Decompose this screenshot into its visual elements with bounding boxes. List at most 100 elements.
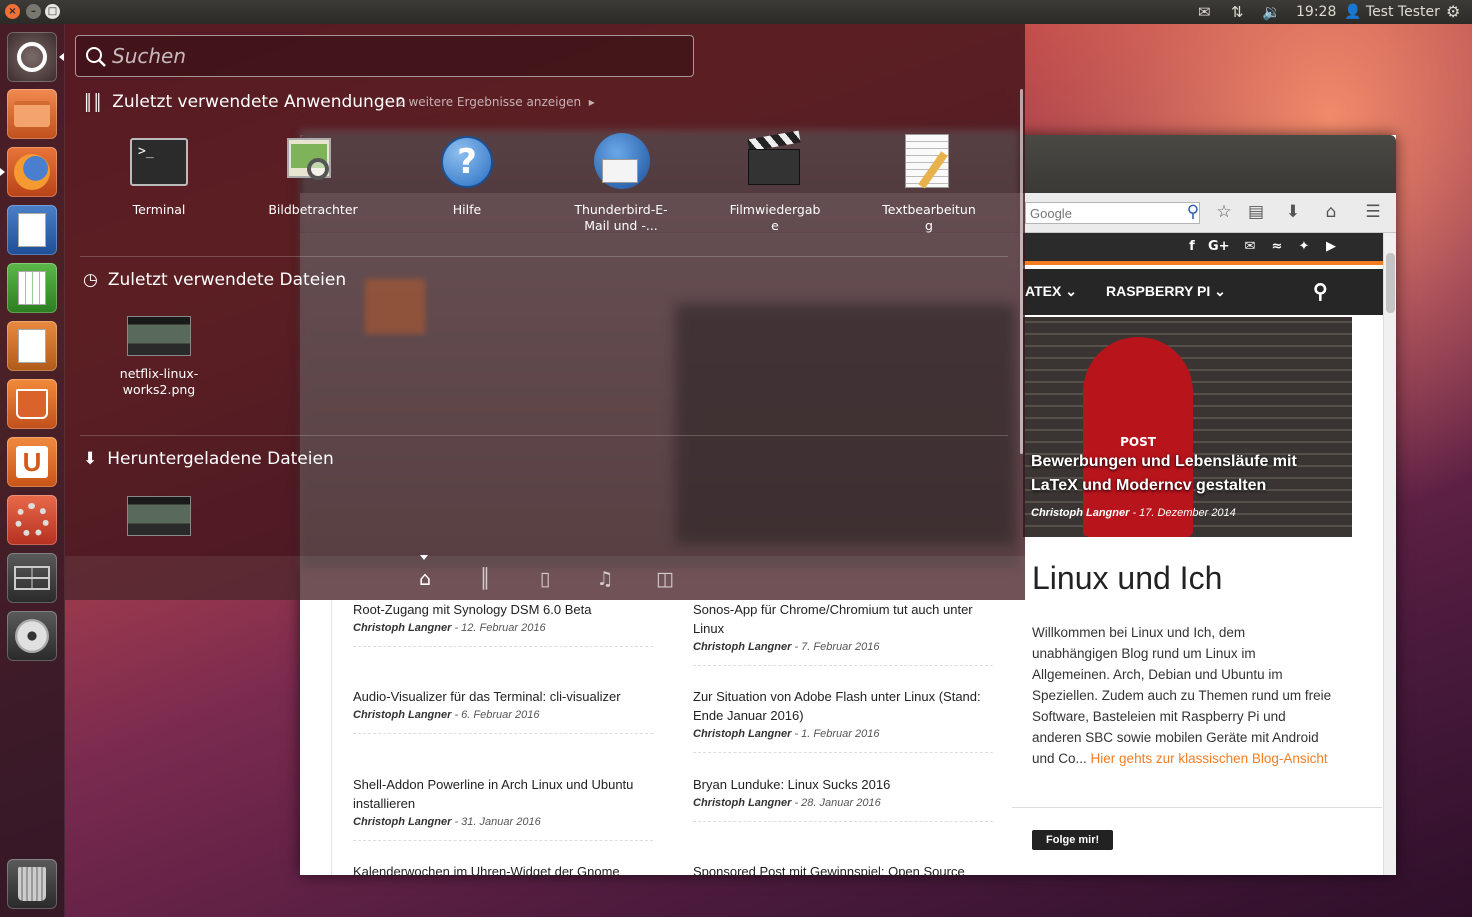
launcher-workspaces[interactable] [7, 553, 57, 603]
video-icon[interactable]: ◫ [653, 568, 677, 590]
featured-post-title[interactable]: Bewerbungen und Lebensläufe mit LaTeX un… [1031, 450, 1331, 498]
app-help[interactable]: ? Hilfe [407, 132, 527, 218]
featured-post-meta: Christoph Langner - 17. Dezember 2014 [1031, 507, 1236, 519]
music-icon[interactable]: ♫ [593, 568, 617, 590]
home-icon[interactable]: ⌂ [1320, 202, 1342, 222]
recent-files-heading[interactable]: ◷ Zuletzt verwendete Dateien [83, 270, 346, 290]
shopping-bag-icon [16, 389, 48, 419]
bookmarks-list-icon[interactable]: ▤ [1245, 202, 1267, 222]
launcher-files[interactable] [7, 89, 57, 139]
user-menu[interactable]: 👤 Test Tester [1344, 2, 1440, 22]
volume-icon[interactable]: 🔉 [1262, 2, 1281, 22]
power-icon[interactable]: ⚙ [1446, 2, 1460, 22]
file-netflix-linux-works2[interactable]: netflix-linux- works2.png [99, 316, 219, 398]
browser-scrollbar[interactable] [1383, 233, 1396, 875]
mail-icon[interactable]: ✉ [1198, 2, 1211, 22]
app-terminal[interactable]: >_ Terminal [99, 132, 219, 218]
downloads-heading[interactable]: ⬇ Heruntergeladene Dateien [83, 449, 334, 469]
launcher-firefox[interactable] [7, 147, 57, 197]
dash-search-box[interactable] [75, 35, 694, 77]
home-icon[interactable]: ⌂ [413, 568, 437, 590]
workspace-switcher-icon [14, 566, 50, 590]
launcher-writer[interactable] [7, 205, 57, 255]
list-item[interactable]: Sponsored Post mit Gewinnspiel: Open Sou… [693, 862, 993, 881]
applications-icon[interactable]: ║ [473, 568, 497, 590]
network-icon[interactable]: ⇅ [1231, 2, 1244, 22]
sidebar-divider [1012, 807, 1382, 808]
bookmark-star-icon[interactable]: ☆ [1213, 202, 1235, 222]
facebook-icon[interactable]: f [1183, 239, 1201, 254]
lens-bar: ⌂ ║ ▯ ♫ ◫ [65, 556, 1025, 600]
image-thumbnail [127, 316, 191, 356]
download-file[interactable] [99, 496, 219, 546]
launcher-calc[interactable] [7, 263, 57, 313]
file-label: netflix-linux- [119, 366, 199, 381]
help-icon: ? [437, 132, 497, 192]
nav-item-raspberry-pi[interactable]: RASPBERRY PI ⌄ [1106, 283, 1226, 300]
app-label: e [771, 218, 779, 233]
app-label: Textbearbeitun [882, 202, 976, 217]
launcher-software-center[interactable] [7, 379, 57, 429]
section-divider [80, 256, 1008, 257]
app-image-viewer[interactable]: Bildbetrachter [253, 132, 373, 218]
folder-icon [14, 101, 50, 127]
dash-home-button[interactable] [7, 32, 57, 82]
image-thumbnail [127, 496, 191, 536]
user-icon: 👤 [1344, 4, 1362, 20]
app-label: Mail und -... [584, 218, 658, 233]
maximize-button[interactable]: □ [45, 4, 60, 19]
google-search-input[interactable] [1025, 202, 1200, 224]
impress-icon [18, 329, 46, 363]
search-icon[interactable]: ⚲ [1182, 202, 1204, 222]
launcher-trash[interactable] [7, 859, 57, 909]
scrollbar-thumb[interactable] [1386, 253, 1395, 313]
rss-icon[interactable]: ≈ [1268, 239, 1286, 254]
youtube-icon[interactable]: ▶ [1322, 239, 1340, 254]
social-bar: f G+ ✉ ≈ ✦ ▶ [1023, 233, 1383, 265]
list-item[interactable]: Audio-Visualizer für das Terminal: cli-v… [353, 687, 653, 734]
menu-icon[interactable]: ☰ [1362, 202, 1384, 222]
more-results-link[interactable]: 2 weitere Ergebnisse anzeigen ▸ [397, 95, 595, 109]
list-item[interactable]: Shell-Addon Powerline in Arch Linux und … [353, 775, 653, 841]
launcher-impress[interactable] [7, 321, 57, 371]
files-icon[interactable]: ▯ [533, 568, 557, 590]
image-viewer-icon [283, 132, 343, 192]
clock[interactable]: 19:28 [1296, 2, 1336, 22]
ubuntu-one-icon: U [16, 446, 48, 478]
blurred-background [675, 304, 1015, 544]
app-movie-player[interactable]: Filmwiedergab e [715, 130, 835, 234]
unity-dash: ║║ Zuletzt verwendete Anwendungen 2 weit… [65, 24, 1025, 600]
google-plus-icon[interactable]: G+ [1208, 239, 1230, 254]
minimize-button[interactable]: – [26, 4, 41, 19]
list-item[interactable]: Bryan Lunduke: Linux Sucks 2016 Christop… [693, 775, 993, 822]
dash-search-input[interactable] [112, 36, 682, 76]
follow-me-button[interactable]: Folge mir! [1032, 830, 1114, 850]
close-button[interactable]: × [5, 4, 20, 19]
sidebar-heading: Linux und Ich [1032, 560, 1223, 596]
active-indicator [59, 53, 64, 61]
launcher-ubuntu-one[interactable]: U [7, 437, 57, 487]
launcher-dvd[interactable] [7, 611, 57, 661]
article-list: Root-Zugang mit Synology DSM 6.0 Beta Ch… [331, 600, 1011, 879]
list-item[interactable]: Root-Zugang mit Synology DSM 6.0 Beta Ch… [353, 600, 653, 647]
app-label: Hilfe [452, 202, 482, 217]
twitter-icon[interactable]: ✦ [1295, 239, 1313, 254]
nav-item-latex[interactable]: ATEX ⌄ [1025, 283, 1077, 300]
list-item[interactable]: Zur Situation von Adobe Flash unter Linu… [693, 687, 993, 753]
mail-icon[interactable]: ✉ [1241, 239, 1259, 254]
dash-scrollbar[interactable] [1020, 89, 1023, 454]
search-icon [86, 47, 106, 67]
app-label: Terminal [132, 202, 186, 217]
trash-icon [18, 867, 46, 901]
classic-view-link[interactable]: Hier gehts zur klassischen Blog-Ansicht [1091, 751, 1328, 766]
download-icon[interactable]: ⬇ [1282, 202, 1304, 222]
featured-post[interactable]: POST Bewerbungen und Lebensläufe mit LaT… [1023, 317, 1352, 537]
recent-apps-heading[interactable]: ║║ Zuletzt verwendete Anwendungen [83, 92, 406, 112]
launcher-system-settings[interactable] [7, 495, 57, 545]
list-item[interactable]: Sonos-App für Chrome/Chromium tut auch u… [693, 600, 993, 666]
blurred-background [365, 279, 425, 334]
nav-search-icon[interactable]: ⚲ [1313, 279, 1328, 304]
app-thunderbird[interactable]: Thunderbird-E- Mail und -... [561, 132, 681, 234]
list-item[interactable]: Kalenderwochen im Uhren-Widget der Gnome [353, 862, 653, 881]
app-text-editor[interactable]: Textbearbeitun g [869, 132, 989, 234]
